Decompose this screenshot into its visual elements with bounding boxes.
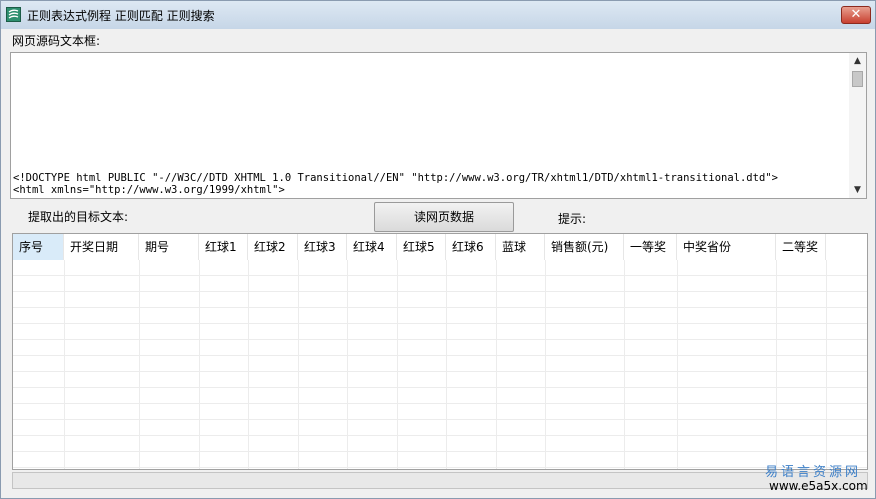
table-row[interactable] <box>13 260 867 276</box>
close-icon: ✕ <box>850 7 862 22</box>
hint-label: 提示: <box>558 212 587 226</box>
watermark-url: www.e5a5x.com <box>769 479 868 493</box>
watermark-brand: 易语言资源网 <box>765 465 862 480</box>
table-row[interactable] <box>13 404 867 420</box>
column-header[interactable]: 销售额(元) <box>545 234 624 260</box>
table-row[interactable] <box>13 292 867 308</box>
source-text: <!DOCTYPE html PUBLIC "-//W3C//DTD XHTML… <box>13 172 848 196</box>
vertical-scrollbar[interactable]: ▲ ▼ <box>849 53 866 198</box>
table-row[interactable] <box>13 388 867 404</box>
column-header[interactable]: 期号 <box>139 234 199 260</box>
source-line: <!DOCTYPE html PUBLIC "-//W3C//DTD XHTML… <box>13 172 778 184</box>
table-row[interactable] <box>13 356 867 372</box>
main-window: 正则表达式例程 正则匹配 正则搜索 ✕ 网页源码文本框: <!DOCTYPE h… <box>0 0 876 499</box>
app-icon <box>6 7 21 22</box>
horizontal-scrollbar[interactable] <box>12 472 868 489</box>
read-webpage-button[interactable]: 读网页数据 <box>374 202 514 232</box>
results-table[interactable]: 序号 开奖日期 期号 红球1 红球2 红球3 红球4 红球5 红球6 蓝球 销售… <box>12 233 868 470</box>
scroll-thumb[interactable] <box>852 71 863 87</box>
column-header[interactable]: 蓝球 <box>496 234 545 260</box>
column-header[interactable]: 红球6 <box>446 234 496 260</box>
table-row[interactable] <box>13 420 867 436</box>
column-header[interactable]: 红球3 <box>298 234 347 260</box>
source-textbox[interactable]: <!DOCTYPE html PUBLIC "-//W3C//DTD XHTML… <box>10 52 867 199</box>
close-button[interactable]: ✕ <box>841 6 871 24</box>
title-bar: 正则表达式例程 正则匹配 正则搜索 ✕ <box>1 1 875 29</box>
column-header[interactable]: 开奖日期 <box>64 234 139 260</box>
column-header[interactable]: 红球5 <box>397 234 446 260</box>
table-row[interactable] <box>13 436 867 452</box>
table-row[interactable] <box>13 340 867 356</box>
table-row[interactable] <box>13 372 867 388</box>
target-text-label: 提取出的目标文本: <box>28 210 129 224</box>
source-line: <html xmlns="http://www.w3.org/1999/xhtm… <box>13 184 285 196</box>
column-header[interactable]: 一等奖 <box>624 234 677 260</box>
table-row[interactable] <box>13 324 867 340</box>
table-row[interactable] <box>13 308 867 324</box>
column-header[interactable]: 红球2 <box>248 234 298 260</box>
column-header[interactable]: 二等奖 <box>776 234 826 260</box>
column-header[interactable]: 红球1 <box>199 234 248 260</box>
column-header[interactable]: 红球4 <box>347 234 397 260</box>
column-header[interactable]: 序号 <box>13 234 64 260</box>
table-row[interactable] <box>13 452 867 468</box>
table-row[interactable] <box>13 276 867 292</box>
window-title: 正则表达式例程 正则匹配 正则搜索 <box>27 9 215 23</box>
scroll-down-icon[interactable]: ▼ <box>849 182 866 198</box>
scroll-up-icon[interactable]: ▲ <box>849 53 866 69</box>
source-label: 网页源码文本框: <box>12 34 101 48</box>
column-header[interactable]: 中奖省份 <box>677 234 776 260</box>
